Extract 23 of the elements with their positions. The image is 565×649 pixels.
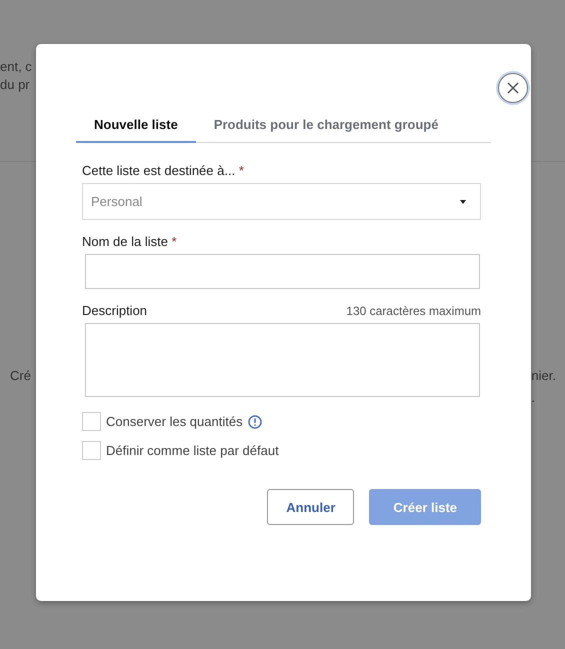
checkbox-label: Conserver les quantités bbox=[106, 414, 243, 429]
close-icon bbox=[507, 82, 519, 94]
close-button[interactable] bbox=[498, 73, 528, 103]
list-name-field[interactable] bbox=[85, 254, 480, 289]
cancel-button[interactable]: Annuler bbox=[267, 489, 354, 525]
checkbox-label: Définir comme liste par défaut bbox=[106, 443, 279, 458]
character-limit-hint: 130 caractères maximum bbox=[346, 304, 481, 318]
background-text: . bbox=[531, 390, 535, 406]
tab[interactable]: Produits pour le chargement groupé bbox=[196, 107, 456, 143]
field-label: Cette liste est destinée à... * bbox=[82, 163, 244, 178]
background-text: du pr bbox=[0, 77, 30, 93]
list-type-dropdown[interactable]: Personal bbox=[82, 183, 481, 220]
description-field[interactable] bbox=[85, 323, 480, 397]
background-text: Cré bbox=[10, 368, 31, 384]
background-text: ent, c bbox=[0, 59, 32, 75]
background-text: nier. bbox=[531, 368, 556, 384]
field-label: Description bbox=[82, 303, 148, 318]
caret-icon bbox=[460, 200, 466, 204]
checkbox[interactable] bbox=[82, 412, 101, 431]
info-icon[interactable] bbox=[248, 414, 262, 428]
tab[interactable]: Nouvelle liste bbox=[76, 107, 196, 143]
checkbox[interactable] bbox=[82, 441, 101, 460]
field-label: Nom de la liste * bbox=[82, 234, 177, 249]
